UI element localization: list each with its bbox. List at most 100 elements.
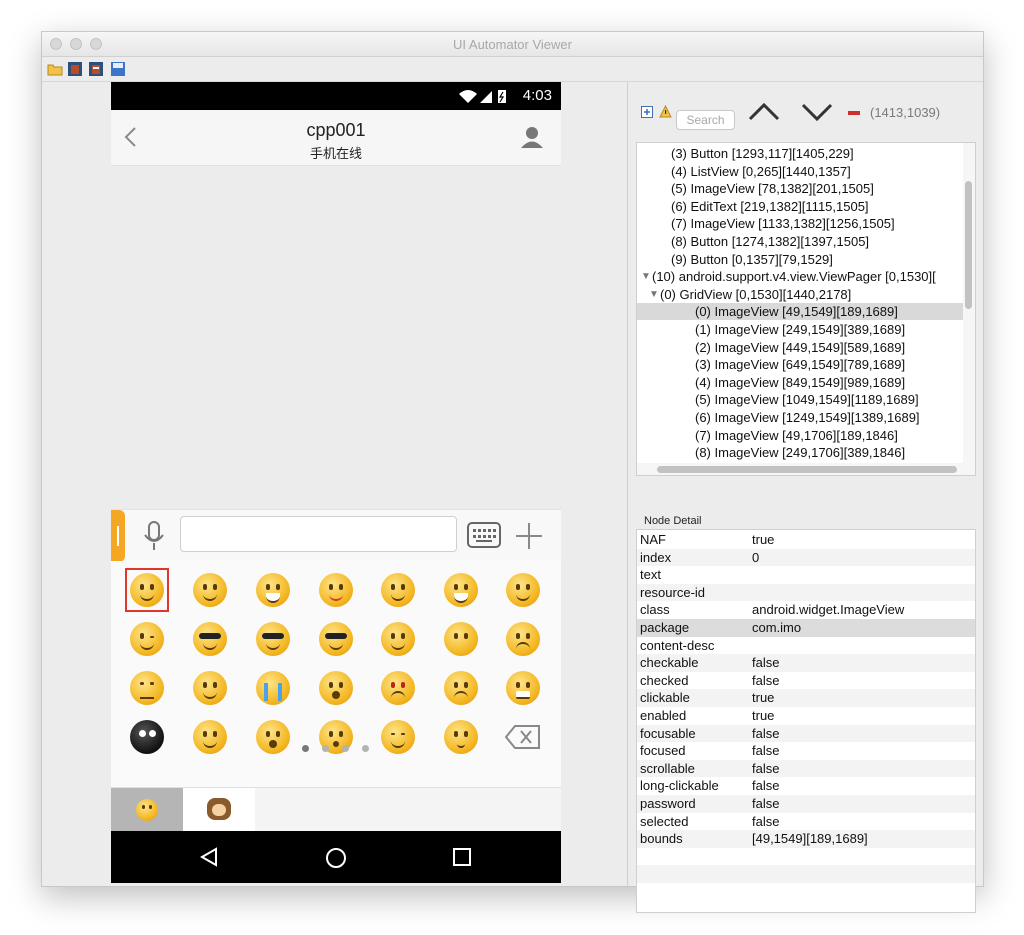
property-name: content-desc xyxy=(640,637,715,653)
emoji-shocked-icon[interactable] xyxy=(319,671,353,705)
property-row[interactable]: package com.imo xyxy=(637,619,975,637)
expand-all-icon[interactable] xyxy=(641,106,653,118)
tree-node[interactable]: (7) ImageView [49,1706][189,1846] xyxy=(637,427,967,444)
property-row[interactable]: password false xyxy=(637,795,975,813)
tree-vertical-scroll-thumb[interactable] xyxy=(965,181,972,309)
tree-node[interactable]: (3) ImageView [649,1549][789,1689] xyxy=(637,356,967,373)
tree-node[interactable]: (2) ImageView [449,1549][589,1689] xyxy=(637,339,967,356)
tree-node[interactable]: (8) ImageView [249,1706][389,1846] xyxy=(637,444,967,461)
page-dot-4[interactable] xyxy=(362,745,369,752)
nav-back-icon[interactable] xyxy=(199,847,219,867)
emoji-cigar-icon[interactable] xyxy=(319,622,353,656)
emoji-wink-icon[interactable] xyxy=(130,622,164,656)
collapse-icon[interactable] xyxy=(848,111,860,115)
warning-icon[interactable] xyxy=(659,105,672,118)
property-row[interactable]: index 0 xyxy=(637,548,975,567)
message-list[interactable] xyxy=(111,166,561,509)
page-dot-3[interactable] xyxy=(342,745,349,752)
tree-node-label: (3) Button [1293,117][1405,229] xyxy=(671,146,854,161)
tree-horizontal-scroll-thumb[interactable] xyxy=(657,466,957,473)
tree-node-label: (5) ImageView [1049,1549][1189,1689] xyxy=(695,392,919,408)
emoji-sweat-icon[interactable] xyxy=(381,622,415,656)
tree-node[interactable]: (4) ListView [0,265][1440,1357] xyxy=(637,163,967,180)
tab-monkey-stickers[interactable] xyxy=(183,788,255,832)
property-row[interactable]: resource-id xyxy=(637,583,975,602)
next-node-icon[interactable] xyxy=(801,102,833,122)
page-dot-2[interactable] xyxy=(322,745,329,752)
nav-recents-icon[interactable] xyxy=(453,848,471,866)
tree-node[interactable]: (7) ImageView [1133,1382][1256,1505] xyxy=(637,215,967,232)
emoji-blank-icon[interactable] xyxy=(444,622,478,656)
tree-expander-icon[interactable]: ▼ xyxy=(649,286,659,303)
property-value: false xyxy=(752,725,780,741)
tree-node[interactable]: (6) EditText [219,1382][1115,1505] xyxy=(637,198,967,215)
nav-home-icon[interactable] xyxy=(325,847,347,869)
hierarchy-tree[interactable]: (3) Button [1293,117][1405,229] (4) ListV… xyxy=(636,142,976,476)
plus-icon[interactable] xyxy=(514,521,544,551)
property-row[interactable]: long-clickable false xyxy=(637,777,975,795)
emoji-furious-icon[interactable] xyxy=(444,671,478,705)
tree-node[interactable]: (9) Button [0,1357][79,1529] xyxy=(637,251,967,268)
emoji-tongue-icon[interactable] xyxy=(319,573,353,607)
drawer-handle[interactable] xyxy=(111,510,125,562)
tree-expander-icon[interactable]: ▼ xyxy=(641,268,651,285)
tree-node[interactable]: (5) ImageView [1049,1549][1189,1689] xyxy=(637,391,967,408)
keyboard-icon[interactable] xyxy=(467,522,501,548)
property-row[interactable]: scrollable false xyxy=(637,759,975,778)
tree-node[interactable]: (4) ImageView [849,1549][989,1689] xyxy=(637,374,967,391)
emoji-shy-icon[interactable] xyxy=(193,573,227,607)
property-row[interactable]: checked false xyxy=(637,672,975,690)
tree-horizontal-scrollbar[interactable] xyxy=(637,463,975,475)
property-name: NAF xyxy=(640,532,666,547)
emoji-bandage-icon[interactable] xyxy=(193,671,227,705)
property-row[interactable]: checkable false xyxy=(637,654,975,672)
property-row[interactable]: bounds [49,1549][189,1689] xyxy=(637,830,975,848)
emoji-sunglasses-icon[interactable] xyxy=(193,622,227,656)
page-dot-1[interactable] xyxy=(302,745,309,752)
property-row[interactable]: clickable true xyxy=(637,689,975,707)
property-row[interactable]: selected false xyxy=(637,813,975,831)
save-icon[interactable] xyxy=(110,61,126,77)
tree-node-label: (3) ImageView [649,1549][789,1689] xyxy=(695,357,906,373)
tree-node[interactable]: (8) Button [1274,1382][1397,1505] xyxy=(637,233,967,250)
tree-node[interactable]: ▼ (0) GridView [0,1530][1440,2178] xyxy=(637,286,967,303)
emoji-cover-face-icon[interactable] xyxy=(506,573,540,607)
tree-node-label: (7) ImageView [1133,1382][1256,1505] xyxy=(671,216,895,232)
open-folder-icon[interactable] xyxy=(47,61,63,77)
tree-node[interactable]: (1) ImageView [249,1549][389,1689] xyxy=(637,321,967,338)
property-row[interactable]: class android.widget.ImageView xyxy=(637,601,975,619)
emoji-grimace-icon[interactable] xyxy=(506,671,540,705)
tree-node[interactable]: (3) Button [1293,117][1405,229] xyxy=(637,145,967,162)
tree-vertical-scrollbar[interactable] xyxy=(963,143,975,475)
emoji-laugh-icon[interactable] xyxy=(256,573,290,607)
message-input[interactable] xyxy=(180,516,457,552)
property-row[interactable]: text xyxy=(637,566,975,584)
device-screenshot-compressed-icon[interactable] xyxy=(88,61,104,77)
device-screenshot-icon[interactable] xyxy=(67,61,83,77)
microphone-icon[interactable] xyxy=(143,521,165,551)
emoji-angry-icon[interactable] xyxy=(381,671,415,705)
emoji-cry-icon[interactable] xyxy=(256,671,290,705)
emoji-confused-icon[interactable] xyxy=(506,622,540,656)
property-row[interactable]: NAF true xyxy=(637,531,975,549)
property-row[interactable]: focusable false xyxy=(637,724,975,743)
tree-node[interactable]: (5) ImageView [78,1382][201,1505] xyxy=(637,180,967,197)
search-input[interactable]: Search xyxy=(676,110,735,130)
profile-icon[interactable] xyxy=(520,125,544,149)
emoji-big-laugh-icon[interactable] xyxy=(444,573,478,607)
property-name: clickable xyxy=(640,690,690,706)
property-row[interactable]: content-desc xyxy=(637,637,975,655)
device-screen[interactable]: 4:03 cpp001 手机在线 xyxy=(111,82,561,883)
tree-node[interactable]: (6) ImageView [1249,1549][1389,1689] xyxy=(637,409,967,426)
emoji-meh-icon[interactable] xyxy=(130,671,164,705)
property-value: false xyxy=(752,743,780,759)
tab-emoji[interactable] xyxy=(111,788,183,832)
emoji-cool-icon[interactable] xyxy=(256,622,290,656)
tree-node[interactable]: (0) ImageView [49,1549][189,1689] xyxy=(637,303,967,321)
emoji-grin-icon[interactable] xyxy=(381,573,415,607)
property-row[interactable]: focused false xyxy=(637,742,975,760)
tree-node[interactable]: ▼ (10) android.support.v4.view.ViewPager … xyxy=(637,268,967,285)
property-row[interactable]: enabled true xyxy=(637,707,975,725)
previous-node-icon[interactable] xyxy=(748,102,780,122)
property-name: focusable xyxy=(640,725,696,741)
